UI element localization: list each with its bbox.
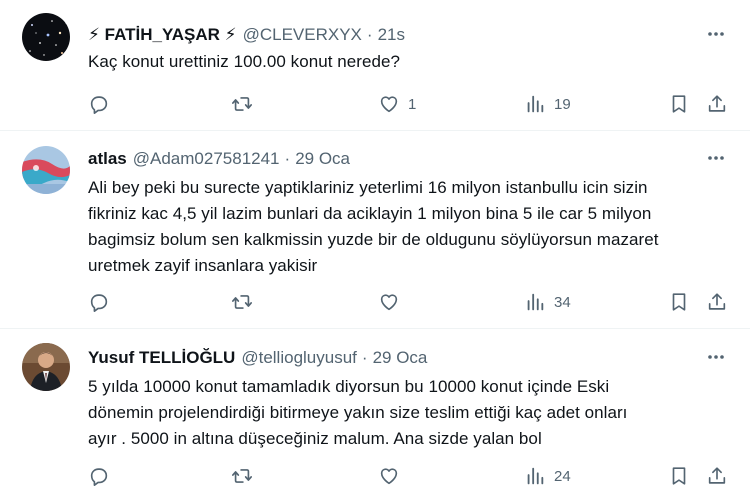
views-button[interactable]: 34 xyxy=(524,290,571,314)
avatar[interactable] xyxy=(22,146,70,194)
tweet-text-line: Kaç konut urettiniz 100.00 konut nerede? xyxy=(88,52,400,71)
bookmark-button[interactable] xyxy=(668,290,690,314)
share-icon xyxy=(708,467,726,484)
bookmark-icon xyxy=(672,467,686,485)
more-icon[interactable] xyxy=(704,347,728,367)
views-icon xyxy=(527,467,544,485)
like-button[interactable]: 1 xyxy=(378,92,416,116)
timestamp[interactable]: 21s xyxy=(378,24,405,46)
display-name[interactable]: atlas xyxy=(88,148,127,170)
tweet-text-line: fikriniz kac 4,5 yil lazim bunlari da ac… xyxy=(88,204,652,223)
retweet-icon xyxy=(232,295,252,309)
tweet-text-line: ayır . 5000 in altına düşeceğiniz malum.… xyxy=(88,429,542,448)
reply-button[interactable] xyxy=(88,464,118,488)
like-icon xyxy=(380,294,398,311)
tweet-item[interactable]: ⚡ FATİH_YAŞAR ⚡ @CLEVERXYX · 21s Kaç kon… xyxy=(0,0,750,131)
reply-button[interactable] xyxy=(88,290,118,314)
tweet-actions: 34 xyxy=(88,290,740,314)
tweet-text: 5 yılda 10000 konut tamamladık diyorsun … xyxy=(88,374,728,452)
tweet-text: Kaç konut urettiniz 100.00 konut nerede? xyxy=(88,49,728,75)
share-button[interactable] xyxy=(706,290,728,314)
more-icon[interactable] xyxy=(704,24,728,44)
avatar[interactable] xyxy=(22,343,70,391)
more-icon[interactable] xyxy=(704,148,728,168)
timestamp[interactable]: 29 Oca xyxy=(295,148,350,170)
view-count: 19 xyxy=(554,95,571,113)
tweet-header: atlas @Adam027581241 · 29 Oca xyxy=(88,148,350,170)
separator-dot: · xyxy=(284,149,291,168)
timeline: ⚡ FATİH_YAŞAR ⚡ @CLEVERXYX · 21s Kaç kon… xyxy=(0,0,750,499)
share-button[interactable] xyxy=(706,464,728,488)
separator-dot: · xyxy=(361,348,368,367)
bookmark-button[interactable] xyxy=(668,92,690,116)
tweet-text-line: bagimsiz bolum sen kalkmissin yuzde bir … xyxy=(88,230,659,249)
tweet-item[interactable]: Yusuf TELLİOĞLU @telliogluyusuf · 29 Oca… xyxy=(0,329,750,499)
like-button[interactable] xyxy=(378,290,408,314)
tweet-header: Yusuf TELLİOĞLU @telliogluyusuf · 29 Oca xyxy=(88,347,427,369)
share-icon xyxy=(708,293,726,310)
view-count: 34 xyxy=(554,293,571,311)
views-button[interactable]: 24 xyxy=(524,464,571,488)
reply-icon xyxy=(90,96,108,114)
retweet-button[interactable] xyxy=(230,290,262,314)
display-name[interactable]: ⚡ FATİH_YAŞAR ⚡ xyxy=(88,24,237,46)
handle[interactable]: @telliogluyusuf xyxy=(241,347,357,369)
tweet-actions: 24 xyxy=(88,464,740,488)
like-count: 1 xyxy=(408,95,417,113)
retweet-icon xyxy=(232,97,252,111)
handle[interactable]: @CLEVERXYX xyxy=(243,24,362,46)
reply-button[interactable] xyxy=(88,92,118,116)
views-button[interactable]: 19 xyxy=(524,92,571,116)
timestamp[interactable]: 29 Oca xyxy=(373,347,428,369)
tweet-text: Ali bey peki bu surecte yaptiklariniz ye… xyxy=(88,175,728,279)
retweet-button[interactable] xyxy=(230,92,262,116)
reply-icon xyxy=(90,468,108,486)
handle[interactable]: @Adam027581241 xyxy=(133,148,280,170)
bookmark-icon xyxy=(672,95,686,113)
tweet-text-line: dönemin projelendirdiği bitirmeye yakın … xyxy=(88,403,628,422)
view-count: 24 xyxy=(554,467,571,485)
retweet-icon xyxy=(232,469,252,483)
reply-icon xyxy=(90,294,108,312)
tweet-item[interactable]: atlas @Adam027581241 · 29 Oca Ali bey pe… xyxy=(0,131,750,329)
share-icon xyxy=(708,95,726,112)
tweet-actions: 1 19 xyxy=(88,92,740,116)
tweet-header: ⚡ FATİH_YAŞAR ⚡ @CLEVERXYX · 21s xyxy=(88,24,405,46)
tweet-text-line: uretmek zayif insanlara yakisir xyxy=(88,256,318,275)
like-icon xyxy=(380,468,398,485)
bookmark-button[interactable] xyxy=(668,464,690,488)
views-icon xyxy=(527,95,544,113)
avatar[interactable] xyxy=(22,13,70,61)
like-icon xyxy=(380,96,398,113)
like-button[interactable] xyxy=(378,464,408,488)
separator-dot: · xyxy=(366,25,373,44)
tweet-text-line: Ali bey peki bu surecte yaptiklariniz ye… xyxy=(88,178,648,197)
share-button[interactable] xyxy=(706,92,728,116)
tweet-text-line: 5 yılda 10000 konut tamamladık diyorsun … xyxy=(88,377,610,396)
bookmark-icon xyxy=(672,293,686,311)
views-icon xyxy=(527,293,544,311)
retweet-button[interactable] xyxy=(230,464,262,488)
display-name[interactable]: Yusuf TELLİOĞLU xyxy=(88,347,235,369)
